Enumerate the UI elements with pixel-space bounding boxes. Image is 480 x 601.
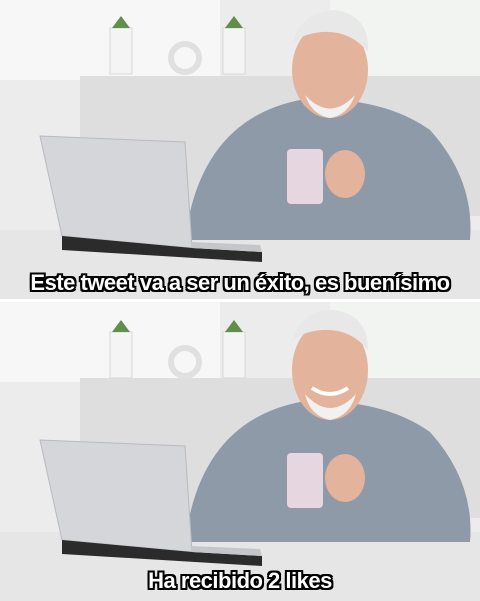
hand — [325, 454, 365, 502]
mug — [287, 149, 323, 204]
hand — [325, 150, 365, 198]
office-scene-bottom — [0, 302, 480, 601]
top-panel: Este tweet va a ser un éxito, es buenísi… — [0, 0, 480, 299]
office-scene-top — [0, 0, 480, 299]
bottom-caption: Ha recibido 2 likes — [148, 568, 332, 593]
bottom-panel: Ha recibido 2 likes — [0, 302, 480, 601]
mug — [287, 453, 323, 508]
meme-image: Este tweet va a ser un éxito, es buenísi… — [0, 0, 480, 601]
top-caption: Este tweet va a ser un éxito, es buenísi… — [30, 270, 450, 295]
